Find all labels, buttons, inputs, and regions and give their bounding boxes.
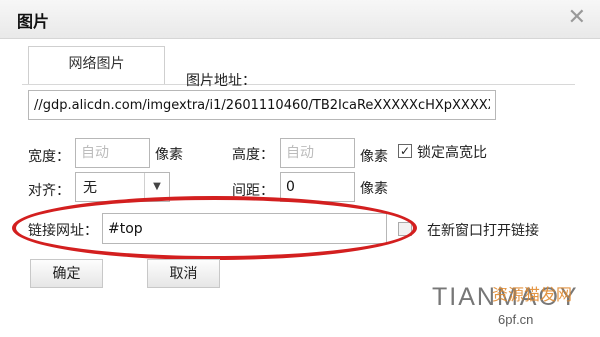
chevron-down-icon[interactable]: ▼ bbox=[144, 173, 169, 201]
spacing-input[interactable] bbox=[280, 172, 355, 202]
align-value: 无 bbox=[83, 180, 97, 196]
spacing-unit: 像素 bbox=[360, 181, 388, 197]
lock-ratio-checkbox[interactable]: ✓ bbox=[398, 144, 412, 158]
ok-button[interactable]: 确定 bbox=[30, 259, 103, 288]
height-label: 高度： bbox=[232, 147, 274, 163]
image-url-label: 图片地址： bbox=[186, 73, 256, 89]
image-url-input[interactable] bbox=[28, 90, 496, 120]
dialog-title: 图片 bbox=[17, 12, 50, 31]
align-label: 对齐： bbox=[28, 183, 70, 199]
height-unit: 像素 bbox=[360, 149, 388, 165]
tab-web-image[interactable]: 网络图片 bbox=[28, 46, 165, 85]
cancel-button[interactable]: 取消 bbox=[147, 259, 220, 288]
width-unit: 像素 bbox=[155, 147, 183, 163]
lock-ratio-label: 锁定高宽比 bbox=[417, 145, 487, 161]
image-dialog: 图片 ✕ 网络图片 图片地址： 宽度： 像素 高度： 像素 ✓ 锁定高宽比 对齐… bbox=[0, 0, 600, 337]
new-window-label: 在新窗口打开链接 bbox=[427, 223, 539, 239]
width-input[interactable] bbox=[75, 138, 150, 168]
close-icon[interactable]: ✕ bbox=[568, 6, 586, 30]
new-window-checkbox[interactable] bbox=[398, 222, 412, 236]
width-label: 宽度： bbox=[28, 149, 70, 165]
link-label: 链接网址： bbox=[28, 223, 98, 239]
align-select[interactable]: 无 ▼ bbox=[75, 172, 170, 202]
tab-divider bbox=[22, 84, 575, 85]
spacing-label: 间距： bbox=[232, 183, 274, 199]
watermark-url: 6pf.cn bbox=[498, 312, 534, 327]
height-input[interactable] bbox=[280, 138, 355, 168]
watermark-chinese: 资源猫发网 bbox=[492, 285, 573, 304]
dialog-title-bar: 图片 ✕ bbox=[0, 0, 600, 39]
link-url-input[interactable] bbox=[102, 213, 387, 244]
